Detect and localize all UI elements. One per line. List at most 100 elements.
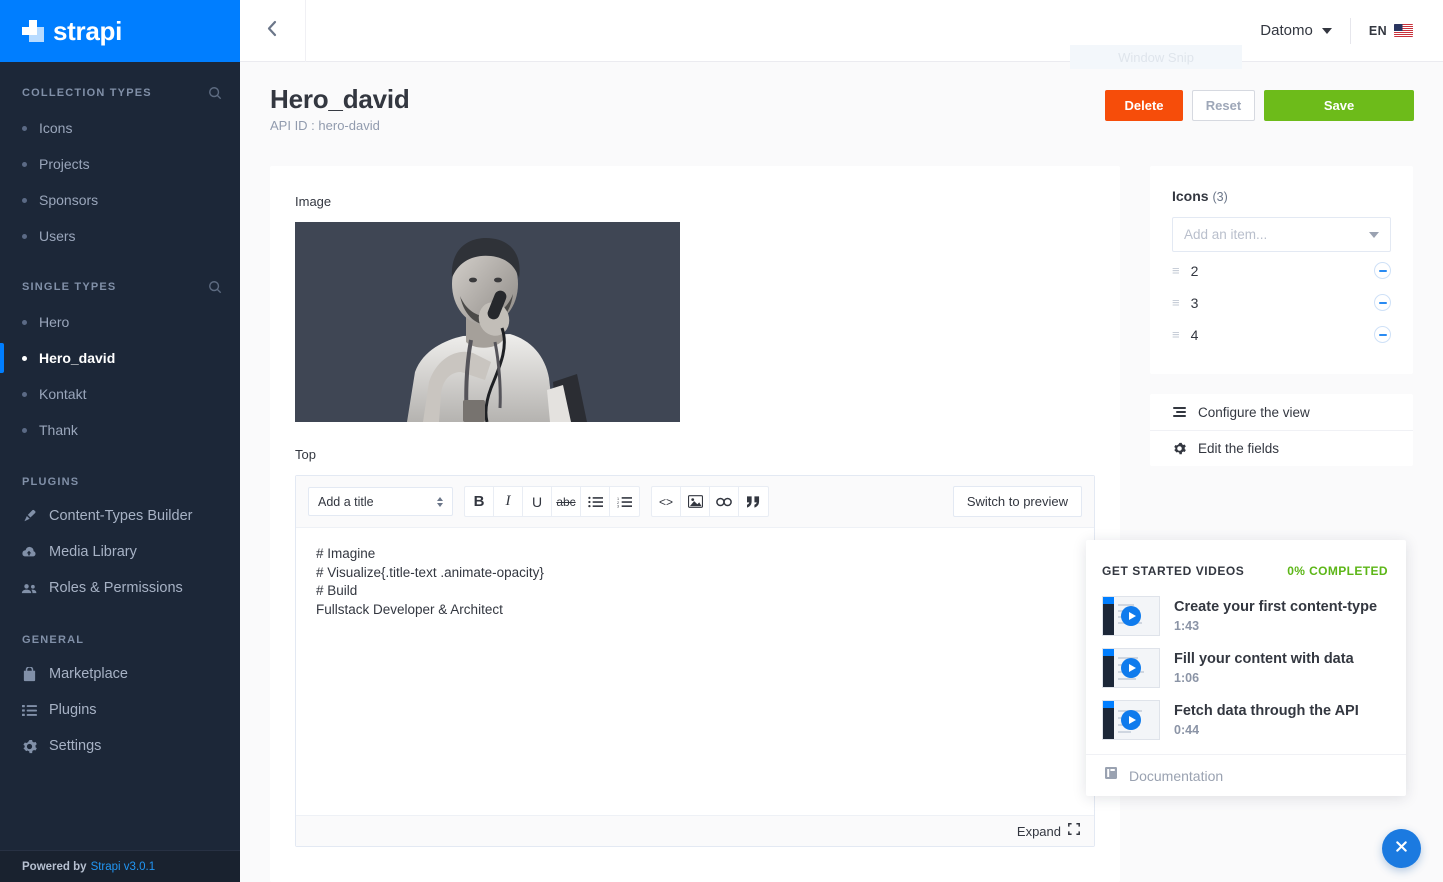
bullet-icon — [22, 233, 27, 239]
video-duration: 1:06 — [1174, 671, 1200, 685]
delete-button[interactable]: Delete — [1105, 90, 1183, 121]
play-icon — [1121, 658, 1141, 678]
sidebar-item-label: Projects — [39, 156, 90, 172]
video-text: Fetch data through the API 0:44 — [1174, 703, 1359, 737]
edit-the-fields-link[interactable]: Edit the fields — [1150, 430, 1413, 466]
back-button[interactable] — [240, 0, 306, 62]
drag-handle-icon[interactable]: ≡ — [1172, 296, 1180, 309]
sidebar: strapi COLLECTION TYPES Icons Projects S… — [0, 0, 240, 882]
sidebar-item-label: Icons — [39, 120, 73, 136]
format-button-group: B I U abc 123 — [464, 486, 640, 517]
quote-icon[interactable] — [739, 487, 768, 516]
expand-label[interactable]: Expand — [1017, 824, 1061, 839]
paintbrush-icon — [20, 509, 38, 524]
minus-icon[interactable] — [1374, 326, 1391, 343]
documentation-label: Documentation — [1129, 767, 1224, 784]
sidebar-item-marketplace[interactable]: Marketplace — [0, 656, 240, 692]
sidebar-item-media-library[interactable]: Media Library — [0, 534, 240, 570]
video-item[interactable]: Fetch data through the API 0:44 — [1086, 694, 1406, 746]
drag-handle-icon[interactable]: ≡ — [1172, 328, 1180, 341]
brand-logo[interactable]: strapi — [0, 0, 240, 62]
top-bar: Datomo EN — [240, 0, 1443, 62]
users-icon — [20, 582, 38, 595]
relation-item-label: 3 — [1190, 294, 1199, 311]
video-duration: 0:44 — [1174, 723, 1200, 737]
sidebar-item-settings[interactable]: Settings — [0, 728, 240, 764]
video-item[interactable]: Fill your content with data 1:06 — [1086, 642, 1406, 694]
powered-by-label: Powered by — [22, 860, 87, 873]
relation-item-label: 2 — [1190, 262, 1199, 279]
chevron-left-icon — [266, 20, 279, 42]
sidebar-item-kontakt[interactable]: Kontakt — [0, 376, 240, 412]
image-preview[interactable] — [295, 222, 680, 422]
minus-icon[interactable] — [1374, 294, 1391, 311]
editor-toolbar: Add a title B I U abc 123 <> Switch to p… — [296, 476, 1094, 528]
relation-item[interactable]: ≡ 3 — [1172, 289, 1391, 316]
sidebar-item-hero-david[interactable]: Hero_david — [0, 340, 240, 376]
sidebar-item-users[interactable]: Users — [0, 218, 240, 254]
bullet-icon — [22, 161, 27, 167]
search-icon[interactable] — [208, 86, 222, 100]
minus-icon[interactable] — [1374, 262, 1391, 279]
drag-handle-icon[interactable]: ≡ — [1172, 264, 1180, 277]
add-item-select[interactable]: Add an item... — [1172, 217, 1391, 252]
link-icon[interactable] — [710, 487, 739, 516]
section-title: COLLECTION TYPES — [22, 87, 152, 99]
code-icon[interactable]: <> — [652, 487, 681, 516]
sidebar-item-label: Thank — [39, 422, 78, 438]
sidebar-item-content-types-builder[interactable]: Content-Types Builder — [0, 498, 240, 534]
documentation-link[interactable]: Documentation — [1086, 754, 1406, 796]
configure-the-view-label: Configure the view — [1198, 404, 1310, 420]
sidebar-item-label: Media Library — [49, 544, 137, 560]
sidebar-item-thank[interactable]: Thank — [0, 412, 240, 448]
underline-icon[interactable]: U — [523, 487, 552, 516]
cloud-icon — [20, 545, 38, 560]
icons-card-count: (3) — [1212, 190, 1228, 204]
api-id-label: API ID : hero-david — [270, 118, 380, 133]
configure-the-view-link[interactable]: Configure the view — [1150, 394, 1413, 430]
italic-icon[interactable]: I — [494, 487, 523, 516]
strapi-logo-icon — [22, 20, 44, 42]
switch-to-preview-button[interactable]: Switch to preview — [952, 486, 1082, 517]
bold-icon[interactable]: B — [465, 487, 494, 516]
sidebar-item-sponsors[interactable]: Sponsors — [0, 182, 240, 218]
video-text: Create your first content-type 1:43 — [1174, 599, 1377, 633]
sidebar-item-hero[interactable]: Hero — [0, 304, 240, 340]
sidebar-item-label: Hero — [39, 314, 70, 330]
section-header-single-types: SINGLE TYPES — [0, 254, 240, 304]
video-thumbnail — [1102, 648, 1160, 688]
bulleted-list-icon[interactable] — [581, 487, 610, 516]
relation-item[interactable]: ≡ 4 — [1172, 321, 1391, 348]
right-column: Icons (3) Add an item... ≡ 2 ≡ 3 ≡ 4 Con… — [1150, 166, 1413, 466]
page-title: Hero_david — [270, 84, 410, 114]
numbered-list-icon[interactable]: 123 — [610, 487, 639, 516]
expand-icon[interactable] — [1068, 822, 1080, 840]
shopping-bag-icon — [20, 666, 38, 682]
bullet-icon — [22, 319, 27, 325]
sidebar-nav: COLLECTION TYPES Icons Projects Sponsors… — [0, 62, 240, 850]
sidebar-item-icons[interactable]: Icons — [0, 110, 240, 146]
sidebar-item-label: Plugins — [49, 702, 97, 718]
sidebar-item-projects[interactable]: Projects — [0, 146, 240, 182]
strikethrough-icon[interactable]: abc — [552, 487, 581, 516]
bullet-icon — [22, 355, 27, 361]
video-item[interactable]: Create your first content-type 1:43 — [1086, 590, 1406, 642]
language-selector[interactable]: EN — [1351, 24, 1443, 38]
close-videos-button[interactable] — [1382, 829, 1421, 868]
strapi-version-link[interactable]: Strapi v3.0.1 — [91, 861, 156, 873]
section-title: GENERAL — [22, 634, 85, 646]
reset-button[interactable]: Reset — [1192, 90, 1255, 121]
save-button[interactable]: Save — [1264, 90, 1414, 121]
search-icon[interactable] — [208, 280, 222, 294]
markdown-textarea[interactable]: # Imagine # Visualize{.title-text .anima… — [296, 528, 1094, 815]
videos-progress: 0% COMPLETED — [1287, 564, 1388, 578]
sidebar-item-roles-permissions[interactable]: Roles & Permissions — [0, 570, 240, 606]
sidebar-item-plugins[interactable]: Plugins — [0, 692, 240, 728]
title-style-select[interactable]: Add a title — [308, 487, 453, 516]
image-icon[interactable] — [681, 487, 710, 516]
sidebar-item-label: Settings — [49, 738, 102, 754]
insert-button-group: <> — [651, 486, 769, 517]
section-header-general: GENERAL — [0, 606, 240, 656]
user-menu[interactable]: Datomo — [1260, 22, 1350, 39]
relation-item[interactable]: ≡ 2 — [1172, 257, 1391, 284]
